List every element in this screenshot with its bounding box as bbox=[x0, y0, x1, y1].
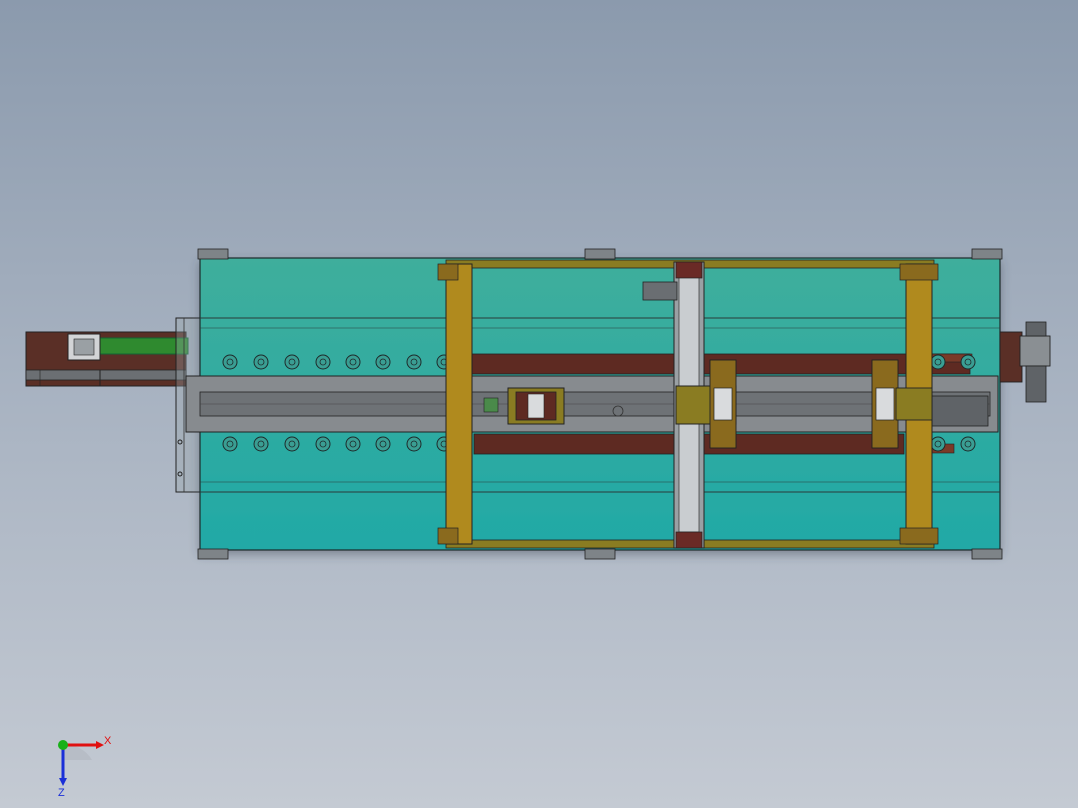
roller bbox=[960, 436, 976, 452]
roller bbox=[284, 436, 300, 452]
x-axis-label: X bbox=[104, 735, 112, 747]
roller bbox=[315, 436, 331, 452]
y-axis-dot bbox=[58, 740, 68, 750]
graphics-viewport[interactable]: X Z bbox=[0, 0, 1078, 808]
roller bbox=[253, 354, 269, 370]
roller bbox=[222, 354, 238, 370]
coordinate-triad: X Z bbox=[58, 735, 112, 799]
roller bbox=[253, 436, 269, 452]
drive-motor[interactable] bbox=[999, 321, 1051, 403]
roller bbox=[406, 436, 422, 452]
roller bbox=[930, 436, 946, 452]
roller bbox=[960, 354, 976, 370]
left-extension-arm[interactable] bbox=[25, 331, 189, 387]
roller bbox=[375, 436, 391, 452]
roller bbox=[284, 354, 300, 370]
roller bbox=[345, 354, 361, 370]
z-axis-label: Z bbox=[58, 787, 65, 799]
roller bbox=[406, 354, 422, 370]
roller bbox=[930, 354, 946, 370]
roller bbox=[345, 436, 361, 452]
roller bbox=[222, 436, 238, 452]
roller bbox=[315, 354, 331, 370]
assembly-model[interactable]: X Z bbox=[0, 0, 1078, 808]
roller bbox=[375, 354, 391, 370]
